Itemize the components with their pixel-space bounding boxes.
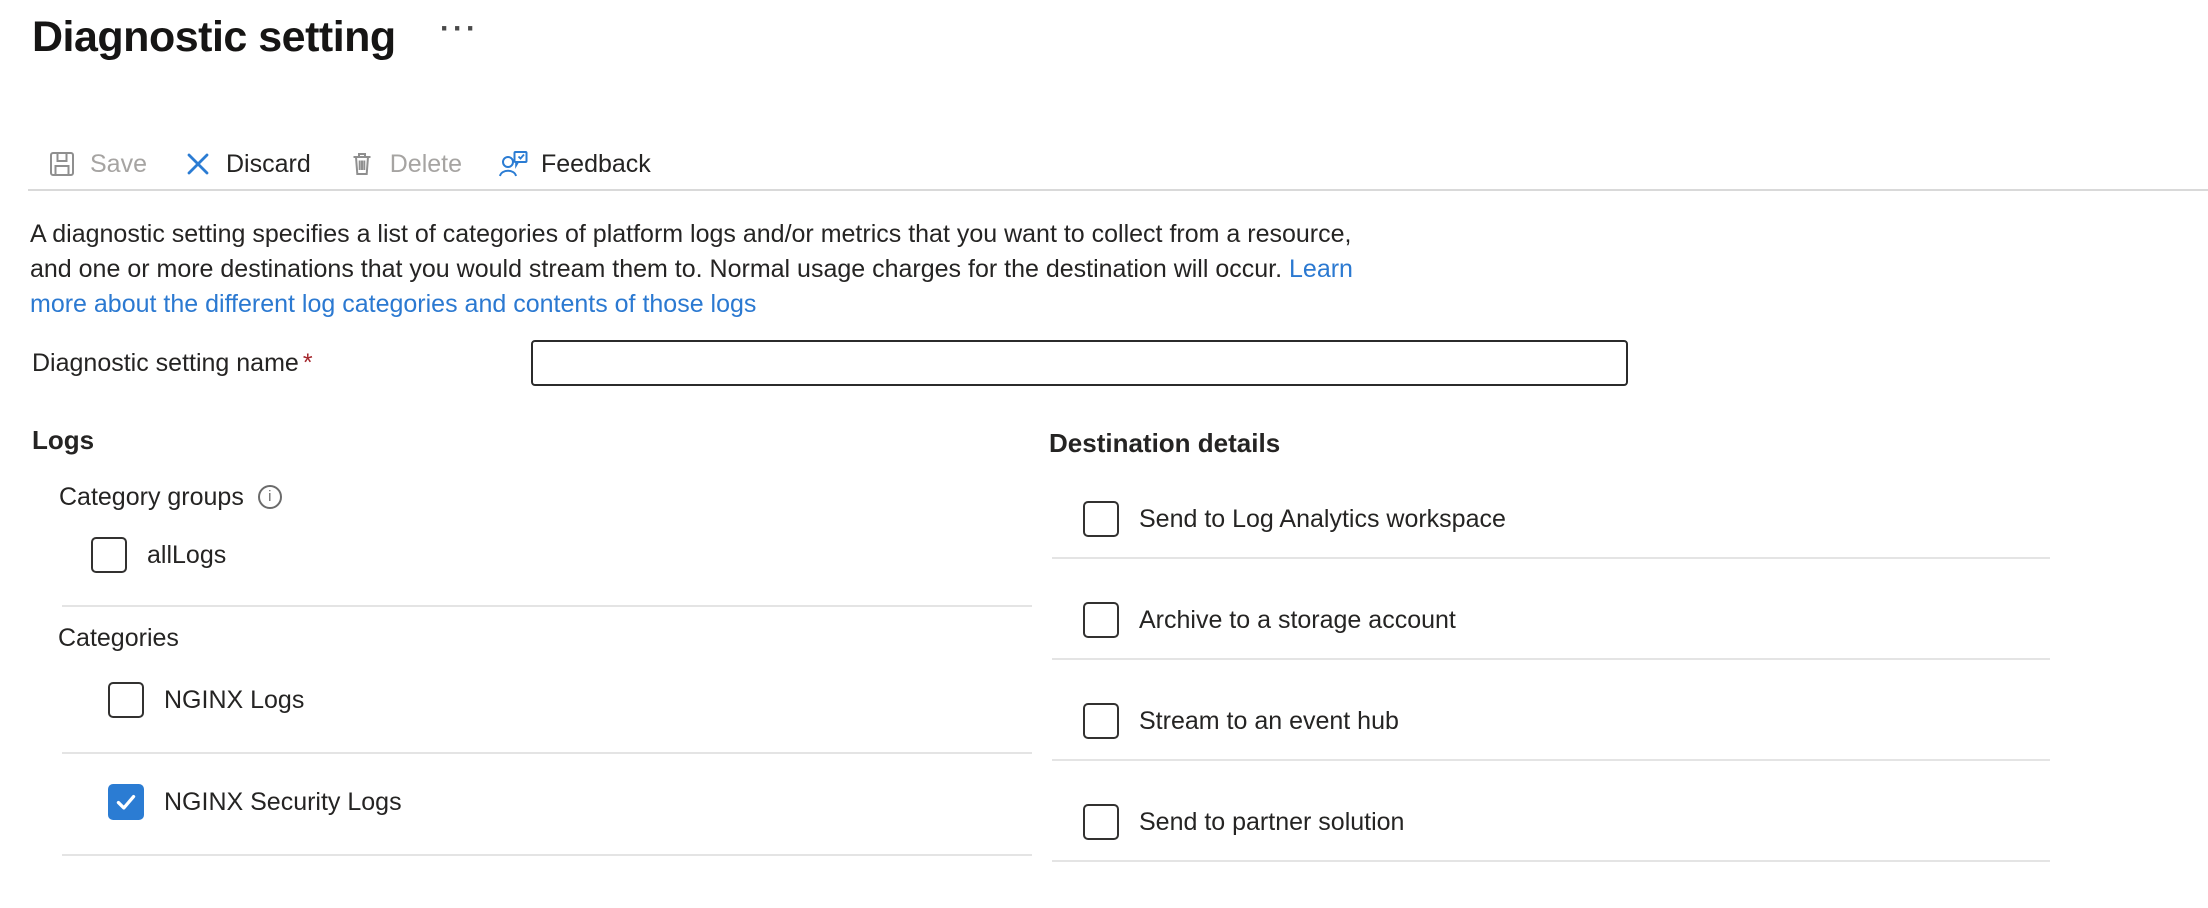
destination-details-heading: Destination details [1049,428,2059,458]
checkbox[interactable] [108,682,144,718]
delete-button[interactable]: Delete [347,149,462,179]
description-line2: and one or more destinations that you wo… [30,255,1282,283]
learn-more-link[interactable]: Learn [1289,255,1353,283]
info-icon[interactable]: i [258,485,282,509]
name-field-row: Diagnostic setting name* [32,340,1628,386]
checkbox-label[interactable]: Send to partner solution [1139,808,1404,837]
command-bar: Save Discard Del [47,141,687,187]
checkbox-row: allLogs [91,537,1042,573]
diagnostic-setting-page: Diagnostic setting ··· Save Discard [0,0,2208,908]
learn-more-link-continued[interactable]: more about the different log categories … [30,290,756,318]
trash-icon [347,149,377,179]
divider [62,605,1032,607]
logs-heading: Logs [32,425,1042,455]
checkbox-row: Archive to a storage account [1083,602,2059,638]
checkbox-label[interactable]: allLogs [147,541,226,570]
diagnostic-setting-name-input[interactable] [531,340,1628,386]
more-options-button[interactable]: ··· [440,14,479,44]
required-asterisk: * [303,349,313,377]
name-field-label-text: Diagnostic setting name [32,349,299,377]
checkbox-label[interactable]: NGINX Security Logs [164,788,402,817]
categories-list: NGINX Logs NGINX Security Logs [32,682,1042,856]
divider [1052,557,2050,559]
feedback-button[interactable]: Feedback [498,149,651,179]
category-groups-label: Category groups [59,483,244,512]
checkmark-icon [113,789,139,815]
checkbox-row: Stream to an event hub [1083,703,2059,739]
checkbox-row: NGINX Logs [108,682,1042,718]
description-text: A diagnostic setting specifies a list of… [30,217,1530,322]
checkbox[interactable] [91,537,127,573]
discard-label: Discard [226,150,311,179]
divider [1052,658,2050,660]
checkbox[interactable] [1083,501,1119,537]
toolbar-divider [28,189,2208,191]
divider [62,752,1032,754]
categories-label: Categories [58,624,1042,652]
category-groups-row: Category groups i [59,483,1042,511]
divider [1052,759,2050,761]
checkbox-row: Send to Log Analytics workspace [1083,501,2059,537]
page-title: Diagnostic setting [32,8,396,66]
checkbox-label[interactable]: Archive to a storage account [1139,606,1456,635]
checkbox-label[interactable]: Send to Log Analytics workspace [1139,505,1506,534]
name-field-label: Diagnostic setting name* [32,349,531,378]
category-groups-list: allLogs [32,537,1042,607]
description-line1: A diagnostic setting specifies a list of… [30,220,1351,248]
save-icon [47,149,77,179]
divider [62,854,1032,856]
feedback-person-icon [498,149,528,179]
destination-details-section: Destination details Send to Log Analytic… [1049,428,2059,862]
checkbox-row: Send to partner solution [1083,804,2059,840]
checkbox-row: NGINX Security Logs [108,784,1042,820]
checkbox[interactable] [1083,703,1119,739]
logs-section: Logs Category groups i allLogs Categorie… [32,425,1042,856]
discard-button[interactable]: Discard [183,149,311,179]
save-button[interactable]: Save [47,149,147,179]
destination-options-list: Send to Log Analytics workspace Archive … [1049,501,2059,862]
feedback-label: Feedback [541,150,651,179]
checkbox[interactable] [1083,602,1119,638]
delete-label: Delete [390,150,462,179]
checkbox[interactable] [1083,804,1119,840]
checkbox-label[interactable]: NGINX Logs [164,686,304,715]
checkbox[interactable] [108,784,144,820]
discard-x-icon [183,149,213,179]
checkbox-label[interactable]: Stream to an event hub [1139,707,1399,736]
page-header: Diagnostic setting [32,8,396,66]
divider [1052,860,2050,862]
save-label: Save [90,150,147,179]
